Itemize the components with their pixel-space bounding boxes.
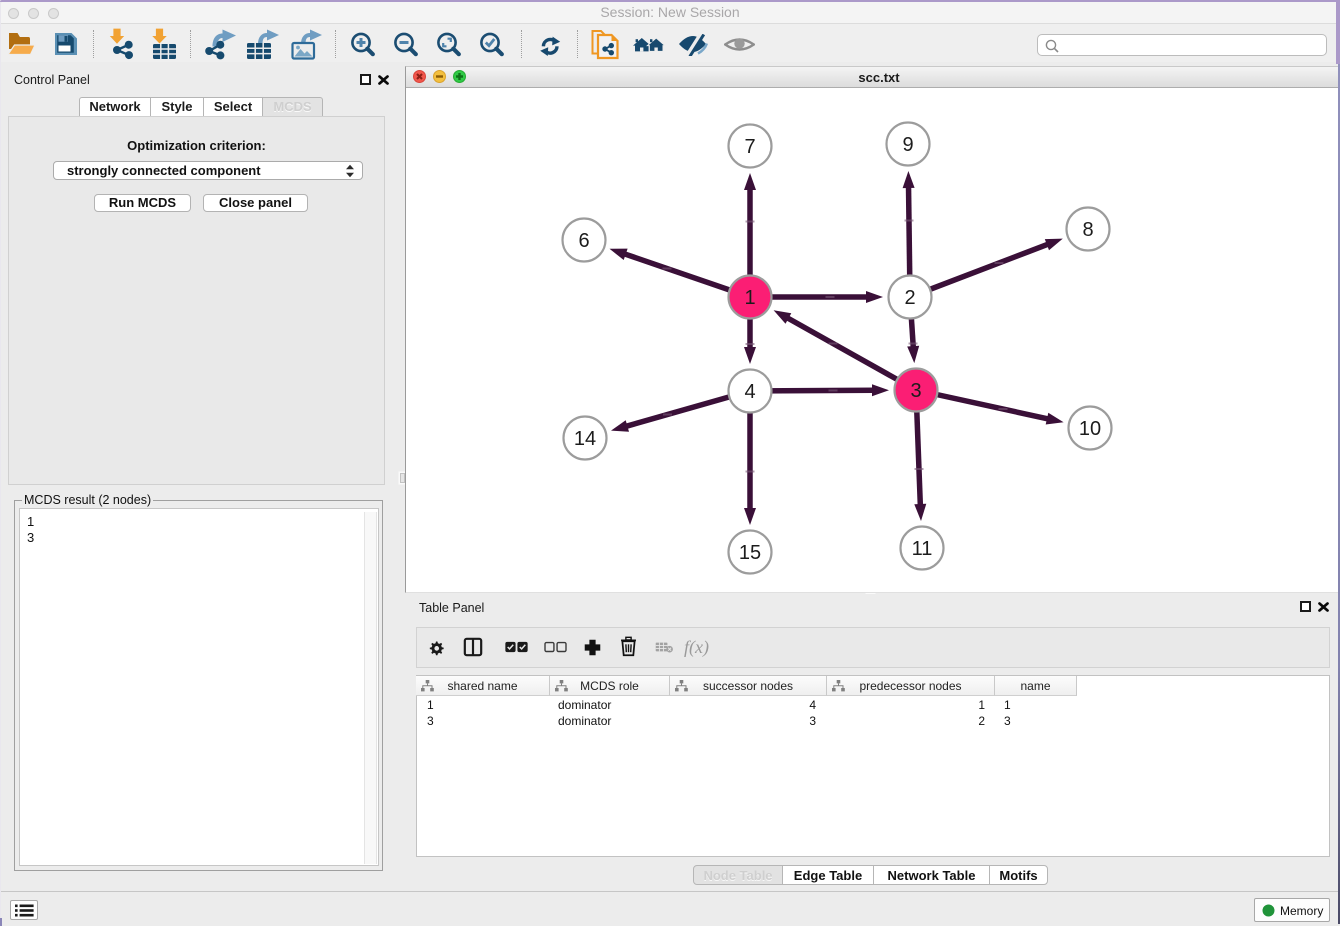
svg-text:15: 15: [739, 542, 761, 564]
svg-text:1: 1: [744, 287, 755, 309]
svg-text:4: 4: [744, 381, 755, 403]
svg-text:7: 7: [744, 136, 755, 158]
svg-text:14: 14: [574, 428, 596, 450]
svg-text:10: 10: [1079, 418, 1101, 440]
svg-text:2: 2: [904, 287, 915, 309]
svg-text:9: 9: [902, 134, 913, 156]
svg-text:6: 6: [578, 230, 589, 252]
svg-text:11: 11: [912, 538, 933, 560]
svg-text:8: 8: [1082, 219, 1093, 241]
svg-text:3: 3: [910, 380, 921, 402]
